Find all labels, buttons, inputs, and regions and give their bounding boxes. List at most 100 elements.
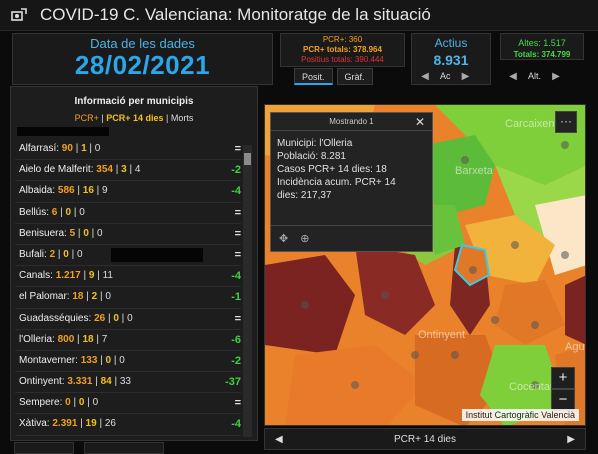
morts-value: 4 xyxy=(134,164,141,176)
zoom-in-button[interactable]: + xyxy=(551,367,575,389)
municipality-name: Albaida: xyxy=(19,185,56,197)
bottom-tab[interactable] xyxy=(84,442,164,454)
pcr14-value: 16 xyxy=(82,185,94,197)
morts-value: 0 xyxy=(92,397,99,409)
pcr-value: 133 xyxy=(80,354,98,366)
pcr-value: 1.217 xyxy=(55,270,81,282)
map-layer-label: PCR+ 14 dies xyxy=(394,433,456,445)
morts-value: 0 xyxy=(119,354,125,366)
map-menu-button[interactable]: ··· xyxy=(555,111,577,133)
list-legend: PCR+ | PCR+ 14 dies | Morts xyxy=(74,113,194,123)
map-label-agu: Agu xyxy=(565,341,585,353)
list-item[interactable]: Aielo de Malferit: 354 | 3 | 4 -2 xyxy=(15,160,241,182)
altes-daily: Altes: 1.517 xyxy=(518,38,566,48)
pcr-value: 800 xyxy=(57,333,75,345)
next-arrow-icon[interactable]: ▶ xyxy=(459,71,473,82)
tab-grafic[interactable]: Gràf. xyxy=(336,68,373,85)
morts-value: 0 xyxy=(77,248,83,260)
morts-value: 26 xyxy=(104,418,116,430)
map-attribution: Institut Cartogràfic Valencià xyxy=(461,409,579,421)
morts-value: 11 xyxy=(102,270,113,282)
redaction-bar xyxy=(111,247,203,262)
actius-label: Actius xyxy=(434,36,468,50)
scrollbar-thumb[interactable] xyxy=(244,153,251,165)
legend-pcr: PCR+ xyxy=(74,113,99,123)
prev-arrow-icon[interactable]: ◀ xyxy=(506,71,520,82)
pcr-summary-panel: PCR+: 360 PCR+ totals: 378.964 Positius … xyxy=(280,33,405,67)
change-indicator: = xyxy=(234,312,241,325)
actius-pager: ◀ Ac ▶ xyxy=(418,67,473,85)
change-indicator: = xyxy=(234,397,241,410)
view-tabs: Posit. Gràf. xyxy=(294,68,373,86)
prev-layer-icon[interactable]: ◀ xyxy=(275,434,283,445)
zoom-out-button[interactable]: − xyxy=(551,389,575,411)
list-item[interactable]: l'Olleria: 800 | 18 | 7 -6 xyxy=(15,330,241,351)
change-indicator: = xyxy=(234,206,241,219)
list-item[interactable]: Sempere: 0 | 0 | 0 = xyxy=(15,393,241,415)
list-item[interactable]: Montaverner: 133 | 0 | 0 -2 xyxy=(15,351,241,373)
next-arrow-icon[interactable]: ▶ xyxy=(549,71,563,82)
zoom-to-icon[interactable]: ⊕ xyxy=(300,232,309,245)
list-item[interactable]: Guadasséquies: 26 | 0 | 0 = xyxy=(15,309,241,330)
list-item[interactable]: Bufali: 2 | 0 | 0 = xyxy=(15,245,241,267)
change-indicator: -2 xyxy=(231,354,241,367)
pcr-value: 26 xyxy=(94,312,106,324)
actius-value: 8.931 xyxy=(433,52,469,68)
altes-totals: Totals: 374.799 xyxy=(513,50,571,59)
municipality-name: Ontinyent: xyxy=(19,376,65,388)
pcr-value: 90 xyxy=(61,143,73,154)
list-item[interactable]: el Palomar: 18 | 2 | 0 -1 xyxy=(15,287,241,309)
morts-value: 7 xyxy=(101,333,108,345)
list-item[interactable]: Bellús: 6 | 0 | 0 = xyxy=(15,203,241,224)
popup-incidencia-value: dies: 217,37 xyxy=(277,190,332,201)
list-item[interactable]: Albaida: 586 | 16 | 9 -4 xyxy=(15,181,241,203)
change-indicator: -6 xyxy=(231,333,241,346)
list-item[interactable]: Benisuera: 5 | 0 | 0 = xyxy=(15,224,241,245)
positius-totals: Positius totals: 390.444 xyxy=(301,55,384,64)
popup-incidencia: Incidència acum. PCR+ 14 xyxy=(277,177,396,188)
list-item[interactable]: Alfarrasí: 90 | 1 | 0 = xyxy=(15,139,241,161)
map-label-carcaixent: Carcaixent xyxy=(505,118,558,130)
zoom-controls: + − xyxy=(551,367,575,411)
date-label: Data de les dades xyxy=(90,36,195,51)
bottom-tab[interactable] xyxy=(14,442,74,454)
list-item[interactable]: Canals: 1.217 | 9 | 11 -4 xyxy=(15,266,241,288)
next-layer-icon[interactable]: ▶ xyxy=(567,434,575,445)
municipality-rows: Alfarrasí: 90 | 1 | 0 = Aielo de Malferit:… xyxy=(15,139,241,436)
close-icon[interactable]: ✕ xyxy=(415,113,425,131)
municipality-name: l'Olleria: xyxy=(19,333,55,345)
pcr14-value: 18 xyxy=(82,333,94,345)
municipality-name: Alfarrasí: xyxy=(19,143,60,154)
app-title: COVID-19 C. Valenciana: Monitoratge de l… xyxy=(40,5,431,24)
dashboard: COVID-19 C. Valenciana: Monitoratge de l… xyxy=(0,0,598,454)
municipality-name: Bufali: xyxy=(19,248,47,260)
tab-positius[interactable]: Posit. xyxy=(294,68,333,85)
actius-pager-label: Ac xyxy=(440,71,451,81)
legend-morts: Morts xyxy=(170,113,194,123)
move-icon[interactable]: ✥ xyxy=(279,232,288,245)
altes-panel: Altes: 1.517 Totals: 374.799 xyxy=(500,33,584,60)
pcr14-value: 84 xyxy=(100,376,112,388)
altes-pager-label: Alt. xyxy=(528,71,542,81)
popup-body: Municipi: l'Olleria Població: 8.281 Caso… xyxy=(271,131,432,208)
pcr-totals: PCR+ totals: 378.964 xyxy=(303,45,382,54)
change-indicator: -37 xyxy=(225,376,241,389)
legend-pcr14: PCR+ 14 dies xyxy=(106,113,164,123)
list-scrollbar[interactable] xyxy=(243,145,252,437)
pcr-value: 586 xyxy=(57,185,75,197)
pcr-value: 2.391 xyxy=(52,418,78,430)
popup-poblacio: Població: 8.281 xyxy=(277,151,346,162)
pcr14-value: 19 xyxy=(85,418,97,430)
change-indicator: -4 xyxy=(231,270,241,283)
list-item[interactable]: Ontinyent: 3.331 | 84 | 33 -37 xyxy=(15,372,241,394)
map-popup: Mostrando 1 ✕ Municipi: l'Olleria Poblac… xyxy=(270,112,433,252)
title-bar: COVID-19 C. Valenciana: Monitoratge de l… xyxy=(0,0,598,31)
altes-pager: ◀ Alt. ▶ xyxy=(506,67,563,85)
prev-arrow-icon[interactable]: ◀ xyxy=(418,71,432,82)
change-indicator: -4 xyxy=(231,418,241,431)
list-item[interactable]: Xàtiva: 2.391 | 19 | 26 -4 xyxy=(15,414,241,436)
municipality-name: Xàtiva: xyxy=(19,418,50,430)
list-title: Informació per municipis xyxy=(74,96,194,107)
popup-header: Mostrando 1 ✕ xyxy=(271,113,432,131)
map-label-barxeta: Barxeta xyxy=(455,165,493,177)
